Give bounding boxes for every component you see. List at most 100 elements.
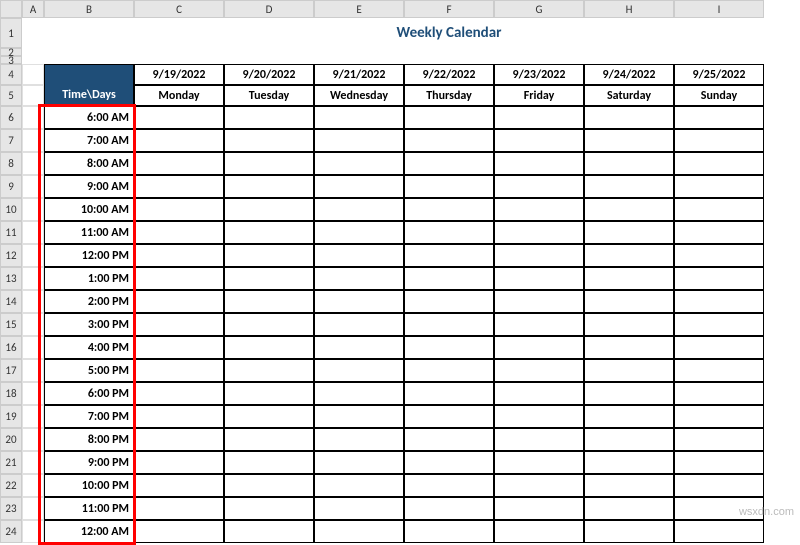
schedule-cell[interactable] <box>404 198 494 221</box>
row-header[interactable]: 18 <box>0 382 22 405</box>
schedule-cell[interactable] <box>584 106 674 129</box>
schedule-cell[interactable] <box>674 313 764 336</box>
schedule-cell[interactable] <box>404 474 494 497</box>
schedule-cell[interactable] <box>224 336 314 359</box>
schedule-cell[interactable] <box>224 152 314 175</box>
schedule-cell[interactable] <box>314 267 404 290</box>
schedule-cell[interactable] <box>314 244 404 267</box>
empty-cell[interactable] <box>22 152 44 175</box>
schedule-cell[interactable] <box>674 474 764 497</box>
empty-cell[interactable] <box>22 497 44 520</box>
schedule-cell[interactable] <box>314 405 404 428</box>
schedule-cell[interactable] <box>674 520 764 543</box>
schedule-cell[interactable] <box>404 152 494 175</box>
schedule-cell[interactable] <box>494 198 584 221</box>
schedule-cell[interactable] <box>134 520 224 543</box>
schedule-cell[interactable] <box>224 428 314 451</box>
row-header[interactable]: 6 <box>0 106 22 129</box>
schedule-cell[interactable] <box>134 405 224 428</box>
schedule-cell[interactable] <box>494 497 584 520</box>
schedule-cell[interactable] <box>134 175 224 198</box>
schedule-cell[interactable] <box>404 175 494 198</box>
column-header[interactable]: F <box>404 0 494 18</box>
schedule-cell[interactable] <box>404 359 494 382</box>
row-header[interactable]: 20 <box>0 428 22 451</box>
schedule-cell[interactable] <box>134 221 224 244</box>
column-header[interactable]: I <box>674 0 764 18</box>
schedule-cell[interactable] <box>584 428 674 451</box>
column-header[interactable]: A <box>22 0 44 18</box>
empty-cell[interactable] <box>44 18 134 48</box>
schedule-cell[interactable] <box>314 221 404 244</box>
empty-cell[interactable] <box>584 48 674 56</box>
schedule-cell[interactable] <box>494 474 584 497</box>
schedule-cell[interactable] <box>674 428 764 451</box>
row-header[interactable]: 15 <box>0 313 22 336</box>
empty-cell[interactable] <box>674 56 764 64</box>
schedule-cell[interactable] <box>224 198 314 221</box>
schedule-cell[interactable] <box>314 359 404 382</box>
schedule-cell[interactable] <box>584 290 674 313</box>
row-header[interactable]: 12 <box>0 244 22 267</box>
empty-cell[interactable] <box>22 451 44 474</box>
schedule-cell[interactable] <box>494 451 584 474</box>
schedule-cell[interactable] <box>134 106 224 129</box>
schedule-cell[interactable] <box>314 290 404 313</box>
schedule-cell[interactable] <box>674 198 764 221</box>
schedule-cell[interactable] <box>224 290 314 313</box>
schedule-cell[interactable] <box>404 313 494 336</box>
schedule-cell[interactable] <box>584 244 674 267</box>
row-header[interactable]: 24 <box>0 520 22 543</box>
schedule-cell[interactable] <box>494 152 584 175</box>
empty-cell[interactable] <box>584 56 674 64</box>
empty-cell[interactable] <box>22 244 44 267</box>
empty-cell[interactable] <box>22 520 44 543</box>
empty-cell[interactable] <box>224 56 314 64</box>
column-header[interactable]: B <box>44 0 134 18</box>
schedule-cell[interactable] <box>674 244 764 267</box>
row-header[interactable]: 14 <box>0 290 22 313</box>
schedule-cell[interactable] <box>404 129 494 152</box>
schedule-cell[interactable] <box>134 336 224 359</box>
schedule-cell[interactable] <box>404 221 494 244</box>
schedule-cell[interactable] <box>494 129 584 152</box>
schedule-cell[interactable] <box>134 428 224 451</box>
schedule-cell[interactable] <box>314 175 404 198</box>
schedule-cell[interactable] <box>494 520 584 543</box>
schedule-cell[interactable] <box>134 267 224 290</box>
column-header[interactable]: E <box>314 0 404 18</box>
row-header[interactable]: 13 <box>0 267 22 290</box>
schedule-cell[interactable] <box>404 451 494 474</box>
schedule-cell[interactable] <box>404 382 494 405</box>
schedule-cell[interactable] <box>584 129 674 152</box>
schedule-cell[interactable] <box>674 221 764 244</box>
schedule-cell[interactable] <box>674 106 764 129</box>
schedule-cell[interactable] <box>224 359 314 382</box>
row-header[interactable]: 16 <box>0 336 22 359</box>
schedule-cell[interactable] <box>224 244 314 267</box>
schedule-cell[interactable] <box>224 451 314 474</box>
schedule-cell[interactable] <box>584 359 674 382</box>
empty-cell[interactable] <box>22 18 44 48</box>
row-header[interactable]: 23 <box>0 497 22 520</box>
empty-cell[interactable] <box>22 382 44 405</box>
schedule-cell[interactable] <box>584 313 674 336</box>
schedule-cell[interactable] <box>314 428 404 451</box>
schedule-cell[interactable] <box>494 175 584 198</box>
schedule-cell[interactable] <box>584 382 674 405</box>
schedule-cell[interactable] <box>134 244 224 267</box>
column-header[interactable]: G <box>494 0 584 18</box>
schedule-cell[interactable] <box>584 520 674 543</box>
schedule-cell[interactable] <box>314 336 404 359</box>
schedule-cell[interactable] <box>404 428 494 451</box>
schedule-cell[interactable] <box>224 313 314 336</box>
empty-cell[interactable] <box>404 48 494 56</box>
schedule-cell[interactable] <box>404 405 494 428</box>
schedule-cell[interactable] <box>134 129 224 152</box>
schedule-cell[interactable] <box>224 106 314 129</box>
schedule-cell[interactable] <box>494 336 584 359</box>
schedule-cell[interactable] <box>314 451 404 474</box>
schedule-cell[interactable] <box>494 313 584 336</box>
row-header[interactable]: 19 <box>0 405 22 428</box>
empty-cell[interactable] <box>22 106 44 129</box>
